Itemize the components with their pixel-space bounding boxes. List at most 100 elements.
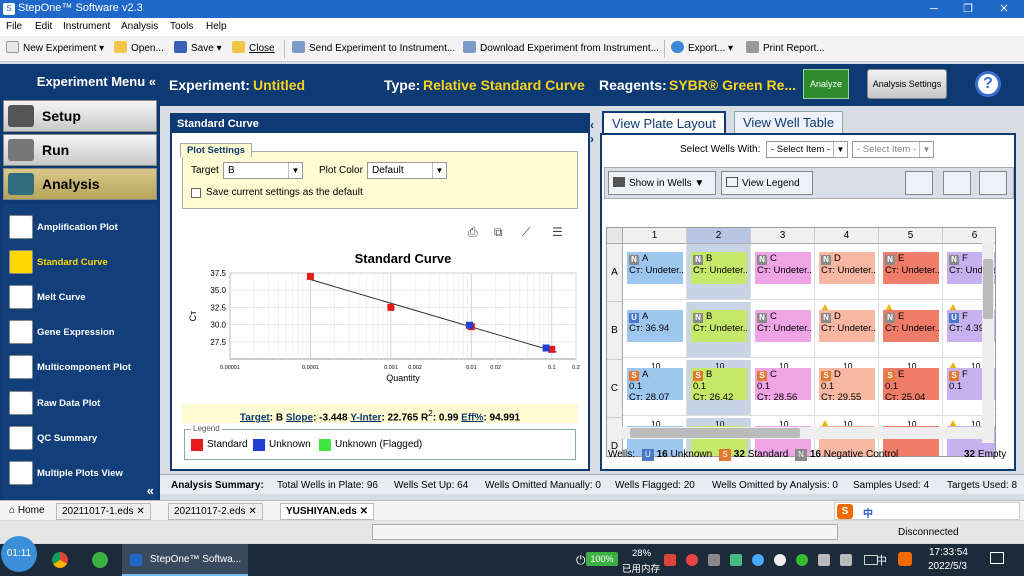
notification-icon[interactable]	[990, 552, 1004, 564]
tray-app-icon[interactable]	[840, 554, 852, 566]
amplification-plot-item[interactable]: Amplification Plot	[3, 212, 157, 242]
well-C2[interactable]: 10 S B 0.1 Cт: 26.42	[687, 360, 751, 416]
close-tab-icon[interactable]: ✕	[248, 506, 256, 517]
well-C1[interactable]: 10 S A 0.1 Cт: 28.07	[623, 360, 687, 416]
run-button[interactable]: Run	[3, 134, 157, 166]
zoom-out-icon[interactable]	[943, 171, 971, 195]
list-icon[interactable]: ☰	[552, 225, 566, 239]
clock-time[interactable]: 17:33:54	[929, 547, 968, 558]
multiple-plots-view-item[interactable]: Multiple Plots View	[3, 458, 157, 488]
plot-color-select[interactable]: Default ▼	[367, 162, 447, 179]
export-button[interactable]: Export... ▾	[671, 41, 733, 57]
multicomponent-plot-item[interactable]: Multicomponent Plot	[3, 352, 157, 382]
well-C4[interactable]: 10 S D 0.1 Cт: 29.55	[815, 360, 879, 416]
well-A3[interactable]: N C Cт: Undeter...	[751, 244, 815, 300]
column-header-4[interactable]: 4	[815, 228, 879, 244]
row-header-B[interactable]: B	[607, 302, 623, 360]
collapse-sidebar-button[interactable]: «	[147, 483, 154, 498]
zoom-in-icon[interactable]	[905, 171, 933, 195]
well-B5[interactable]: N E Cт: Undeter...	[879, 302, 943, 358]
select-wells-dropdown-2[interactable]: - Select Item - ▼	[852, 141, 934, 158]
wechat-icon[interactable]	[796, 554, 808, 566]
stat-slope-label[interactable]: Slope	[286, 412, 313, 423]
home-tab[interactable]: ⌂ Home	[4, 503, 50, 520]
menu-help[interactable]: Help	[206, 21, 227, 32]
show-in-wells-button[interactable]: Show in Wells ▼	[608, 171, 716, 195]
well-A4[interactable]: N D Cт: Undeter...	[815, 244, 879, 300]
stat-yinter-label[interactable]: Y-Inter	[350, 412, 381, 423]
ime-mode[interactable]: 中	[863, 505, 873, 520]
time-badge[interactable]: 01:11	[1, 536, 37, 572]
save-button[interactable]: Save ▾	[174, 41, 222, 57]
gene-expression-item[interactable]: Gene Expression	[3, 317, 157, 347]
minimize-button[interactable]: ─	[916, 0, 952, 18]
raw-data-plot-item[interactable]: Raw Data Plot	[3, 388, 157, 418]
scrollbar-thumb[interactable]	[983, 259, 993, 319]
panel-splitter[interactable]: ‹ ›	[590, 118, 600, 146]
tray-app-icon[interactable]	[664, 554, 676, 566]
save-default-checkbox[interactable]	[191, 188, 201, 198]
menu-file[interactable]: File	[6, 21, 22, 32]
tray-app-icon[interactable]	[708, 554, 720, 566]
battery-indicator[interactable]: 100%	[586, 552, 618, 566]
browser-icon[interactable]	[92, 552, 108, 568]
vertical-scrollbar[interactable]	[982, 243, 994, 443]
print-report-button[interactable]: Print Report...	[746, 41, 825, 57]
well-B4[interactable]: N D Cт: Undeter...	[815, 302, 879, 358]
close-tab-icon[interactable]: ✕	[360, 506, 368, 517]
doc-tab-1[interactable]: 20211017-1.eds ✕	[56, 503, 151, 520]
menu-edit[interactable]: Edit	[35, 21, 52, 32]
chrome-icon[interactable]	[52, 552, 68, 568]
horizontal-scrollbar[interactable]	[622, 427, 992, 439]
maximize-button[interactable]: ❐	[950, 0, 986, 18]
tray-app-icon[interactable]	[686, 554, 698, 566]
menu-tools[interactable]: Tools	[170, 21, 193, 32]
doc-tab-2[interactable]: 20211017-2.eds ✕	[168, 503, 263, 520]
clock-date[interactable]: 2022/5/3	[928, 561, 967, 572]
help-icon[interactable]: ?	[975, 71, 1001, 97]
plot-settings-tab[interactable]: Plot Settings	[180, 143, 252, 157]
well-C5[interactable]: 10 S E 0.1 Cт: 25.04	[879, 360, 943, 416]
tab-view-well-table[interactable]: View Well Table	[734, 111, 844, 133]
standard-curve-item[interactable]: Standard Curve	[3, 247, 157, 277]
tray-app-icon[interactable]	[730, 554, 742, 566]
well-A5[interactable]: N E Cт: Undeter...	[879, 244, 943, 300]
column-header-3[interactable]: 3	[751, 228, 815, 244]
stat-target-label[interactable]: Target	[240, 412, 270, 423]
row-header-A[interactable]: A	[607, 244, 623, 302]
tab-view-plate-layout[interactable]: View Plate Layout	[602, 111, 726, 133]
tray-app-icon[interactable]	[752, 554, 764, 566]
well-B3[interactable]: N C Cт: Undeter...	[751, 302, 815, 358]
send-experiment-button[interactable]: Send Experiment to Instrument...	[292, 41, 455, 57]
column-header-5[interactable]: 5	[879, 228, 943, 244]
well-B1[interactable]: U A Cт: 36.94	[623, 302, 687, 358]
fit-to-window-icon[interactable]	[979, 171, 1007, 195]
analysis-button[interactable]: Analysis	[3, 168, 157, 200]
tray-app-icon[interactable]	[774, 554, 786, 566]
copy-icon[interactable]: ⧉	[494, 225, 508, 239]
column-header-1[interactable]: 1	[623, 228, 687, 244]
well-C3[interactable]: 10 S C 0.1 Cт: 28.56	[751, 360, 815, 416]
melt-curve-item[interactable]: Melt Curve	[3, 282, 157, 312]
well-A2[interactable]: N B Cт: Undeter...	[687, 244, 751, 300]
analysis-settings-button[interactable]: Analysis Settings	[867, 69, 947, 99]
sogou-icon[interactable]: S	[837, 504, 853, 519]
ime-indicator[interactable]: 中	[876, 552, 887, 568]
well-A1[interactable]: N A Cт: Undeter...	[623, 244, 687, 300]
analyze-button[interactable]: Analyze	[803, 69, 849, 99]
h-scrollbar-thumb[interactable]	[630, 428, 800, 438]
close-tab-icon[interactable]: ✕	[136, 506, 144, 517]
stepone-taskbar-item[interactable]: StepOne™ Softwa...	[122, 544, 248, 576]
well-B2[interactable]: N B Cт: Undeter...	[687, 302, 751, 358]
menu-instrument[interactable]: Instrument	[63, 21, 110, 32]
new-experiment-button[interactable]: New Experiment ▾	[6, 41, 104, 57]
doc-tab-3[interactable]: YUSHIYAN.eds ✕	[280, 503, 374, 520]
view-legend-button[interactable]: View Legend	[721, 171, 813, 195]
close-window-button[interactable]: ✕	[986, 0, 1022, 18]
column-header-6[interactable]: 6	[943, 228, 995, 244]
qc-summary-item[interactable]: QC Summary	[3, 423, 157, 453]
select-wells-dropdown-1[interactable]: - Select Item - ▼	[766, 141, 848, 158]
download-experiment-button[interactable]: Download Experiment from Instrument...	[463, 41, 659, 57]
column-header-2[interactable]: 2	[687, 228, 751, 244]
collapse-menu-button[interactable]: «	[149, 74, 156, 89]
